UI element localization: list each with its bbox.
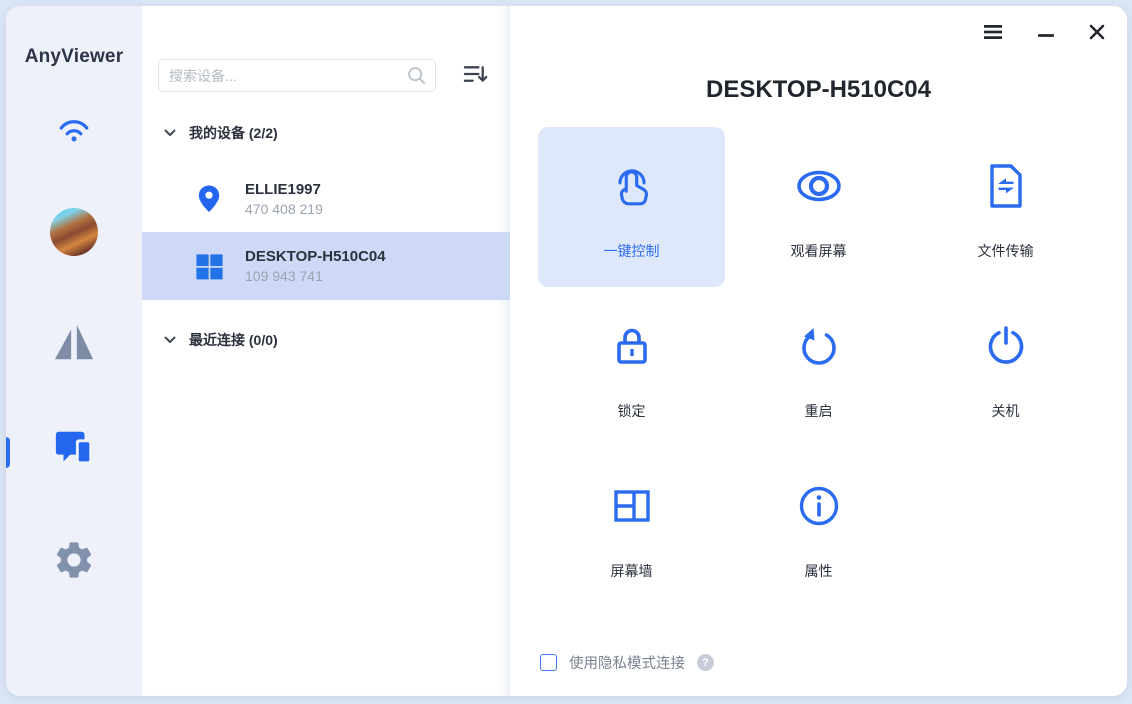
sidebar-item-settings[interactable] xyxy=(52,538,96,587)
device-list-panel: 我的设备 (2/2) ELLIE1997 470 408 219 xyxy=(142,6,510,696)
action-screen-wall[interactable]: 屏幕墙 xyxy=(538,447,725,607)
active-nav-indicator xyxy=(6,437,10,468)
selected-device-title: DESKTOP-H510C04 xyxy=(706,76,931,103)
location-pin-icon xyxy=(193,184,225,214)
anyviewer-window: AnyViewer 搜索设备... 我的设备 (2/2) ELLIE1997 4… xyxy=(6,6,1127,696)
wifi-icon xyxy=(57,114,91,148)
action-label: 重启 xyxy=(804,403,833,419)
action-grid: 一键控制 观看屏幕 文件传输 锁定 重启 关机 屏幕墙 属性 xyxy=(538,127,1099,607)
group-label: 我的设备 (2/2) xyxy=(189,125,278,141)
view-screen-icon xyxy=(796,161,842,211)
sidebar-item-connection[interactable] xyxy=(57,114,91,148)
group-label: 最近连接 (0/0) xyxy=(189,332,278,348)
action-label: 屏幕墙 xyxy=(610,563,653,579)
app-logo: AnyViewer xyxy=(24,46,124,67)
action-label: 观看屏幕 xyxy=(790,243,847,259)
sidebar: AnyViewer xyxy=(6,6,142,696)
user-avatar xyxy=(50,208,98,256)
search-box xyxy=(158,59,436,92)
restart-icon xyxy=(797,321,841,371)
device-row-ellie1997[interactable]: ELLIE1997 470 408 219 xyxy=(142,166,510,232)
window-controls xyxy=(981,22,1107,45)
device-name: ELLIE1997 xyxy=(245,181,321,198)
one-click-control-icon xyxy=(609,161,655,211)
privacy-mode-row: 使用隐私模式连接 ? xyxy=(540,652,714,673)
lock-icon xyxy=(610,321,654,371)
action-file-transfer[interactable]: 文件传输 xyxy=(912,127,1099,287)
group-recent-connections[interactable]: 最近连接 (0/0) xyxy=(164,330,278,350)
file-transfer-icon xyxy=(986,161,1026,211)
windows-logo-icon xyxy=(193,251,225,282)
group-my-devices[interactable]: 我的设备 (2/2) xyxy=(164,123,278,143)
sidebar-item-mirror[interactable] xyxy=(52,323,96,368)
sort-list-button[interactable] xyxy=(460,63,490,89)
help-icon[interactable]: ? xyxy=(697,654,714,671)
gear-icon xyxy=(52,538,96,587)
device-row-desktop-h510c04[interactable]: DESKTOP-H510C04 109 943 741 xyxy=(142,232,510,300)
mirror-triangles-icon xyxy=(52,323,96,368)
close-icon xyxy=(1089,24,1105,43)
action-label: 文件传输 xyxy=(977,243,1034,259)
sort-list-icon xyxy=(463,63,488,89)
minimize-button[interactable] xyxy=(1036,22,1056,45)
search-input[interactable] xyxy=(159,67,407,84)
action-label: 属性 xyxy=(804,563,833,579)
device-name: DESKTOP-H510C04 xyxy=(245,248,386,265)
chevron-down-icon xyxy=(164,129,176,137)
chevron-down-icon xyxy=(164,336,176,344)
action-properties[interactable]: 属性 xyxy=(725,447,912,607)
menu-button[interactable] xyxy=(981,22,1005,45)
action-shutdown[interactable]: 关机 xyxy=(912,287,1099,447)
sidebar-item-devices[interactable] xyxy=(51,427,97,474)
minimize-icon xyxy=(1037,24,1055,43)
privacy-mode-label: 使用隐私模式连接 xyxy=(569,656,685,672)
action-label: 一键控制 xyxy=(603,243,660,259)
device-info: DESKTOP-H510C04 109 943 741 xyxy=(245,248,386,284)
menu-icon xyxy=(983,24,1003,43)
action-view-screen[interactable]: 观看屏幕 xyxy=(725,127,912,287)
action-lock[interactable]: 锁定 xyxy=(538,287,725,447)
screen-wall-icon xyxy=(610,481,654,531)
privacy-mode-checkbox[interactable] xyxy=(540,654,557,671)
action-label: 关机 xyxy=(991,403,1020,419)
device-info: ELLIE1997 470 408 219 xyxy=(245,181,323,217)
action-label: 锁定 xyxy=(617,403,646,419)
info-icon xyxy=(797,481,841,531)
devices-icon xyxy=(51,427,97,474)
close-button[interactable] xyxy=(1087,22,1107,45)
power-icon xyxy=(984,321,1028,371)
device-id: 470 408 219 xyxy=(245,201,323,217)
device-id: 109 943 741 xyxy=(245,268,323,284)
action-restart[interactable]: 重启 xyxy=(725,287,912,447)
main-panel: DESKTOP-H510C04 一键控制 观看屏幕 文件传输 锁定 重启 关机 … xyxy=(510,6,1127,696)
search-icon xyxy=(407,66,426,85)
sidebar-item-account[interactable] xyxy=(50,208,98,256)
action-one-click-control[interactable]: 一键控制 xyxy=(538,127,725,287)
